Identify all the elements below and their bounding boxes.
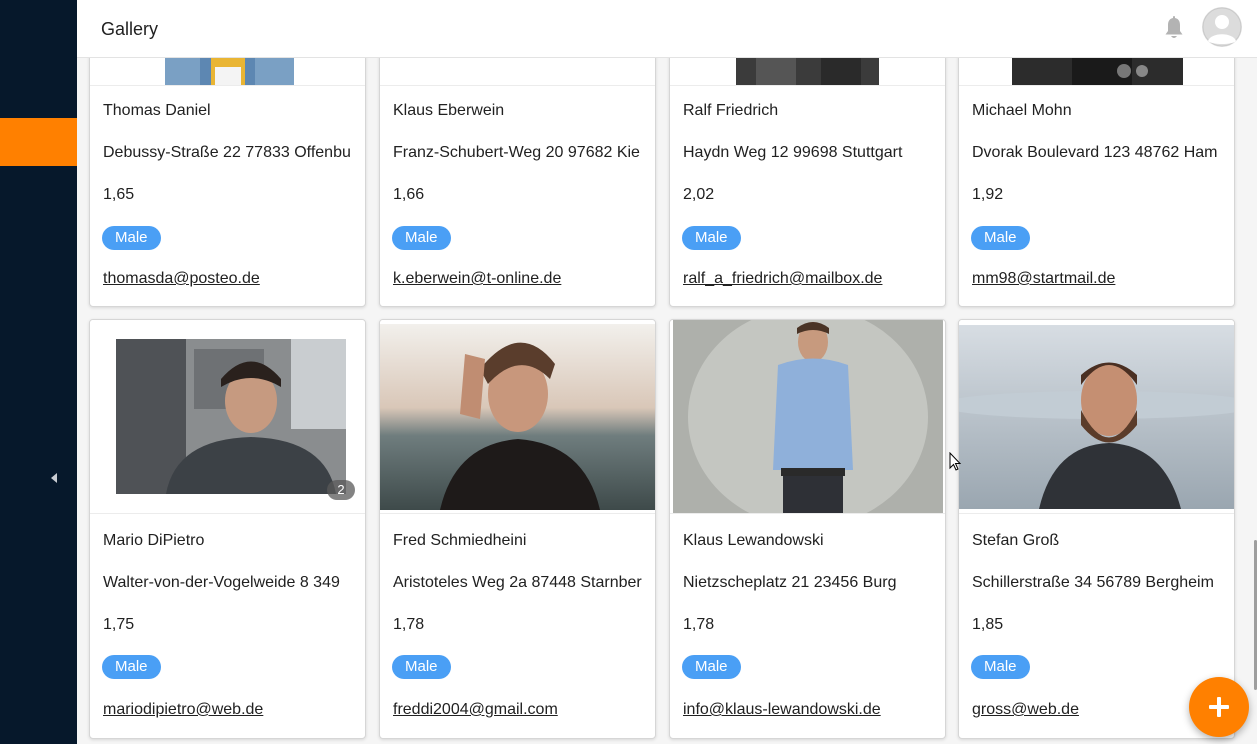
card-image-area xyxy=(670,58,945,86)
gallery-card[interactable]: Klaus Eberwein Franz-Schubert-Weg 20 976… xyxy=(379,58,656,307)
card-image-area xyxy=(959,58,1234,86)
card-email-link[interactable]: ralf_a_friedrich@mailbox.de xyxy=(683,270,882,288)
gallery-card[interactable]: Fred Schmiedheini Aristoteles Weg 2a 874… xyxy=(379,319,656,739)
card-photo xyxy=(165,58,294,85)
user-avatar-icon xyxy=(1202,7,1242,47)
card-height: 1,75 xyxy=(103,616,135,633)
card-email-link[interactable]: freddi2004@gmail.com xyxy=(393,701,558,719)
user-avatar[interactable] xyxy=(1202,7,1242,47)
bell-icon xyxy=(1165,16,1183,38)
gallery-card[interactable]: Michael Mohn Dvorak Boulevard 123 48762 … xyxy=(958,58,1235,307)
card-gender-badge: Male xyxy=(102,226,161,250)
gallery-card[interactable]: Klaus Lewandowski Nietzscheplatz 21 2345… xyxy=(669,319,946,739)
card-address: Debussy-Straße 22 77833 Offenbu xyxy=(103,144,351,161)
card-photo xyxy=(380,324,655,510)
card-photo xyxy=(116,339,346,494)
card-image-area xyxy=(380,320,655,514)
image-count-badge: 2 xyxy=(327,480,355,500)
card-address: Walter-von-der-Vogelweide 8 349 xyxy=(103,574,340,591)
card-name: Fred Schmiedheini xyxy=(393,532,527,549)
card-height: 1,85 xyxy=(972,616,1004,633)
gallery-card[interactable]: 2 Mario DiPietro Walter-von-der-Vogelwei… xyxy=(89,319,366,739)
sidebar xyxy=(0,0,77,744)
card-image-area xyxy=(959,320,1234,514)
card-photo xyxy=(736,58,879,85)
card-email-link[interactable]: mm98@startmail.de xyxy=(972,270,1115,288)
sidebar-item-active[interactable] xyxy=(0,118,77,166)
card-height: 1,65 xyxy=(103,186,135,203)
card-email-link[interactable]: thomasda@posteo.de xyxy=(103,270,260,288)
card-address: Aristoteles Weg 2a 87448 Starnber xyxy=(393,574,642,591)
card-email-link[interactable]: mariodipietro@web.de xyxy=(103,701,263,719)
card-name: Ralf Friedrich xyxy=(683,102,779,119)
gallery-card[interactable]: Thomas Daniel Debussy-Straße 22 77833 Of… xyxy=(89,58,366,307)
card-gender-badge: Male xyxy=(682,226,741,250)
card-image-area xyxy=(90,58,365,86)
card-name: Klaus Lewandowski xyxy=(683,532,824,549)
card-height: 1,66 xyxy=(393,186,425,203)
card-height: 1,78 xyxy=(683,616,715,633)
card-address: Dvorak Boulevard 123 48762 Ham xyxy=(972,144,1218,161)
card-address: Franz-Schubert-Weg 20 97682 Kie xyxy=(393,144,640,161)
card-address: Nietzscheplatz 21 23456 Burg xyxy=(683,574,897,591)
gallery-card[interactable]: Stefan Groß Schillerstraße 34 56789 Berg… xyxy=(958,319,1235,739)
card-photo xyxy=(673,320,943,513)
card-gender-badge: Male xyxy=(392,226,451,250)
plus-icon xyxy=(1209,697,1229,717)
card-image-area: 2 xyxy=(90,320,365,514)
chevron-left-icon xyxy=(51,473,57,483)
card-gender-badge: Male xyxy=(392,655,451,679)
sidebar-collapse-toggle[interactable] xyxy=(44,468,64,488)
card-email-link[interactable]: k.eberwein@t-online.de xyxy=(393,270,561,288)
card-name: Klaus Eberwein xyxy=(393,102,505,119)
card-address: Haydn Weg 12 99698 Stuttgart xyxy=(683,144,903,161)
mouse-cursor-icon xyxy=(949,452,962,471)
card-gender-badge: Male xyxy=(102,655,161,679)
card-image-area xyxy=(670,320,945,514)
gallery-grid: Thomas Daniel Debussy-Straße 22 77833 Of… xyxy=(77,58,1257,744)
page-title: Gallery xyxy=(101,19,159,39)
card-image-area xyxy=(380,58,655,86)
card-gender-badge: Male xyxy=(971,655,1030,679)
card-photo xyxy=(959,325,1234,509)
add-record-button[interactable] xyxy=(1189,677,1249,737)
notifications-button[interactable] xyxy=(1163,15,1185,41)
card-name: Thomas Daniel xyxy=(103,102,211,119)
card-photo xyxy=(1012,58,1183,85)
card-email-link[interactable]: gross@web.de xyxy=(972,701,1079,719)
card-email-link[interactable]: info@klaus-lewandowski.de xyxy=(683,701,881,719)
card-height: 1,78 xyxy=(393,616,425,633)
card-name: Stefan Groß xyxy=(972,532,1060,549)
card-name: Michael Mohn xyxy=(972,102,1072,119)
card-height: 1,92 xyxy=(972,186,1004,203)
card-height: 2,02 xyxy=(683,186,715,203)
gallery-card[interactable]: Ralf Friedrich Haydn Weg 12 99698 Stuttg… xyxy=(669,58,946,307)
card-name: Mario DiPietro xyxy=(103,532,205,549)
card-address: Schillerstraße 34 56789 Bergheim xyxy=(972,574,1214,591)
card-gender-badge: Male xyxy=(682,655,741,679)
app-header: Gallery xyxy=(77,0,1257,58)
card-gender-badge: Male xyxy=(971,226,1030,250)
